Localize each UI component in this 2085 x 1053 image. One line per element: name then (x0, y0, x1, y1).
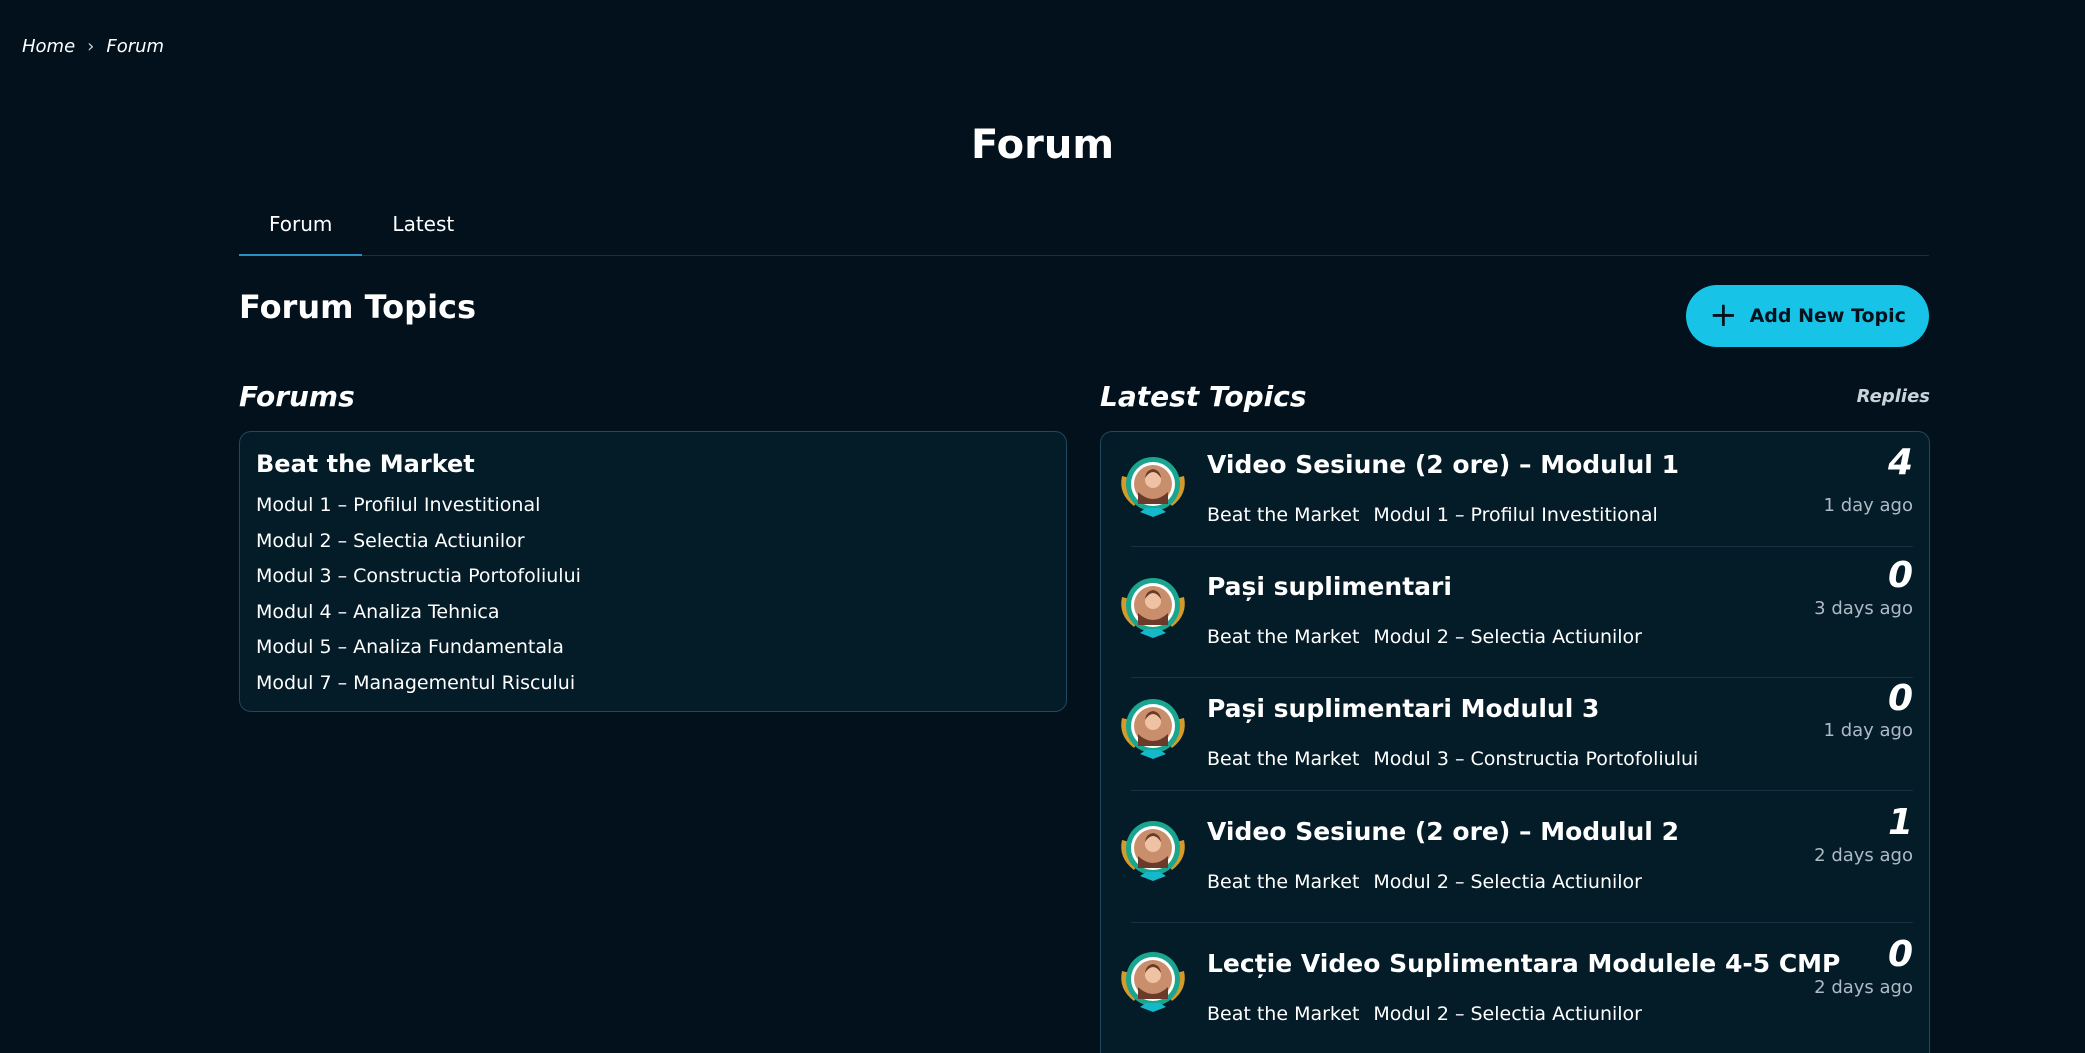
avatar-badge-icon (1121, 952, 1185, 1012)
latest-topics-card: Video Sesiune (2 ore) – Modulul 1 Beat t… (1100, 431, 1930, 1053)
topic-timestamp: 1 day ago (1823, 495, 1913, 516)
topic-meta: Beat the Market Modul 1 – Profilul Inves… (1207, 504, 1658, 526)
forum-link[interactable]: Modul 3 – Constructia Portofoliului (256, 559, 1050, 595)
forum-link[interactable]: Modul 1 – Profilul Investitional (256, 488, 1050, 524)
topic-row[interactable]: Video Sesiune (2 ore) – Modulul 1 Beat t… (1101, 432, 1929, 546)
topic-meta: Beat the Market Modul 2 – Selectia Actiu… (1207, 871, 1642, 893)
add-new-topic-button[interactable]: + Add New Topic (1686, 285, 1929, 347)
section-title: Forum Topics (239, 288, 477, 326)
latest-topics-heading: Latest Topics (1100, 380, 1307, 413)
topic-forum-link[interactable]: Beat the Market (1207, 1003, 1359, 1025)
forum-link[interactable]: Modul 2 – Selectia Actiunilor (256, 524, 1050, 560)
reply-count: 0 (1887, 678, 1913, 719)
topic-module-link[interactable]: Modul 2 – Selectia Actiunilor (1373, 1003, 1642, 1025)
breadcrumb-current: Forum (106, 36, 165, 57)
topic-forum-link[interactable]: Beat the Market (1207, 748, 1359, 770)
topic-timestamp: 2 days ago (1814, 845, 1913, 866)
add-new-topic-label: Add New Topic (1749, 305, 1906, 327)
reply-count: 1 (1887, 802, 1913, 843)
forum-group-name[interactable]: Beat the Market (256, 450, 1050, 478)
tab-bar: Forum Latest (239, 200, 1929, 256)
avatar-badge-icon (1121, 457, 1185, 517)
topic-timestamp: 3 days ago (1814, 598, 1913, 619)
topic-row[interactable]: Pași suplimentari Modulul 3 Beat the Mar… (1101, 678, 1929, 790)
topic-timestamp: 1 day ago (1823, 720, 1913, 741)
topic-meta: Beat the Market Modul 2 – Selectia Actiu… (1207, 626, 1642, 648)
breadcrumb: Home › Forum (22, 36, 164, 57)
reply-count: 4 (1887, 442, 1913, 483)
reply-count: 0 (1887, 934, 1913, 975)
topic-row[interactable]: Pași suplimentari Beat the Market Modul … (1101, 547, 1929, 668)
topic-title[interactable]: Lecție Video Suplimentara Modulele 4-5 C… (1207, 949, 1840, 978)
forums-heading: Forums (239, 380, 355, 413)
topic-row[interactable]: Video Sesiune (2 ore) – Modulul 2 Beat t… (1101, 791, 1929, 921)
avatar-badge-icon (1121, 699, 1185, 759)
avatar-badge-icon (1121, 578, 1185, 638)
topic-module-link[interactable]: Modul 2 – Selectia Actiunilor (1373, 626, 1642, 648)
topic-row[interactable]: Lecție Video Suplimentara Modulele 4-5 C… (1101, 923, 1929, 1053)
plus-icon: + (1709, 294, 1738, 335)
forum-link[interactable]: Modul 4 – Analiza Tehnica (256, 595, 1050, 631)
topic-timestamp: 2 days ago (1814, 977, 1913, 998)
tab-latest[interactable]: Latest (362, 200, 484, 254)
topic-meta: Beat the Market Modul 2 – Selectia Actiu… (1207, 1003, 1642, 1025)
forum-link[interactable]: Modul 7 – Managementul Riscului (256, 666, 1050, 702)
topic-title[interactable]: Pași suplimentari Modulul 3 (1207, 694, 1599, 723)
topic-forum-link[interactable]: Beat the Market (1207, 626, 1359, 648)
topic-forum-link[interactable]: Beat the Market (1207, 504, 1359, 526)
topic-forum-link[interactable]: Beat the Market (1207, 871, 1359, 893)
forum-page: Home › Forum Forum Forum Latest Forum To… (0, 0, 2085, 1053)
topic-title[interactable]: Video Sesiune (2 ore) – Modulul 2 (1207, 817, 1679, 846)
topic-module-link[interactable]: Modul 1 – Profilul Investitional (1373, 504, 1657, 526)
forum-link[interactable]: Modul 5 – Analiza Fundamentala (256, 630, 1050, 666)
topic-module-link[interactable]: Modul 3 – Constructia Portofoliului (1373, 748, 1698, 770)
topic-title[interactable]: Pași suplimentari (1207, 572, 1452, 601)
avatar-badge-icon (1121, 821, 1185, 881)
breadcrumb-home-link[interactable]: Home (22, 36, 75, 57)
topic-meta: Beat the Market Modul 3 – Constructia Po… (1207, 748, 1698, 770)
page-title: Forum (970, 122, 1115, 168)
forums-card: Beat the Market Modul 1 – Profilul Inves… (239, 431, 1067, 712)
tab-forum[interactable]: Forum (239, 200, 363, 256)
topic-title[interactable]: Video Sesiune (2 ore) – Modulul 1 (1207, 450, 1679, 479)
reply-count: 0 (1887, 555, 1913, 596)
replies-heading: Replies (1856, 386, 1930, 407)
topic-module-link[interactable]: Modul 2 – Selectia Actiunilor (1373, 871, 1642, 893)
chevron-right-icon: › (87, 36, 95, 57)
